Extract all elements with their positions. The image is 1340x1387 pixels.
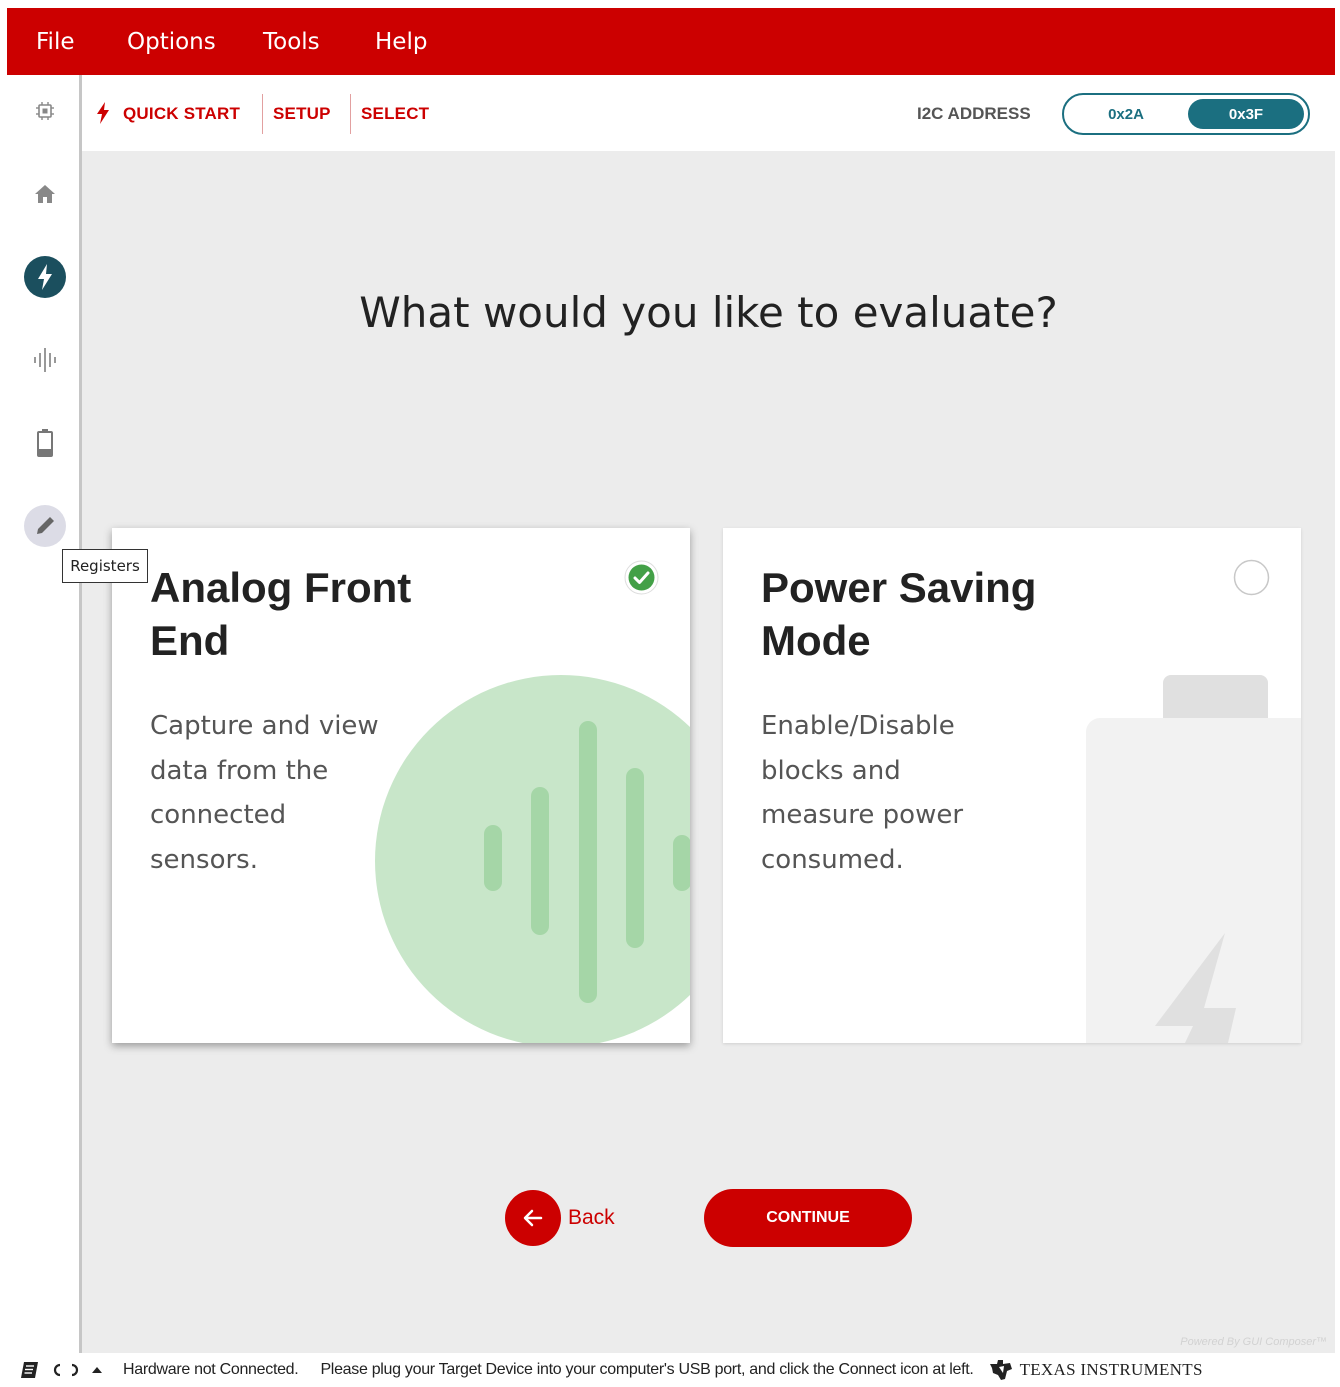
pencil-icon[interactable] (23, 504, 67, 548)
status-message-connection: Hardware not Connected. (123, 1361, 299, 1378)
menu-tools[interactable]: Tools (263, 29, 320, 55)
continue-button[interactable]: CONTINUE (704, 1189, 912, 1247)
registers-tooltip: Registers (62, 549, 148, 583)
analog-front-end-card[interactable]: Analog Front End Capture and view data f… (112, 528, 690, 1043)
home-icon[interactable] (23, 172, 67, 216)
caret-up-icon[interactable] (91, 1366, 103, 1374)
breadcrumb-setup[interactable]: SETUP (273, 104, 331, 124)
menu-bar: File Options Tools Help (7, 8, 1335, 75)
menu-file[interactable]: File (36, 29, 75, 55)
back-label: Back (568, 1206, 615, 1229)
breadcrumb-divider (350, 94, 351, 134)
page-title: What would you like to evaluate? (359, 288, 1058, 337)
i2c-address-label: I2C ADDRESS (917, 104, 1031, 123)
card-description: Enable/Disable blocks and measure power … (761, 711, 964, 875)
battery-icon[interactable] (23, 421, 67, 465)
power-saving-mode-card[interactable]: Power Saving Mode Enable/Disable blocks … (723, 528, 1301, 1043)
i2c-address-toggle: 0x2A 0x3F (1062, 93, 1310, 135)
side-nav (7, 75, 82, 1353)
connect-icon[interactable] (51, 1362, 81, 1378)
breadcrumb-divider (262, 94, 263, 134)
card-description: Capture and view data from the connected… (150, 711, 379, 875)
waveform-icon[interactable] (23, 338, 67, 382)
menu-options[interactable]: Options (127, 29, 216, 55)
status-message-instructions: Please plug your Target Device into your… (320, 1361, 974, 1378)
app-window: File Options Tools Help Registers QUICK (7, 8, 1335, 1387)
menu-help[interactable]: Help (375, 29, 427, 55)
ti-logo-icon (988, 1359, 1014, 1381)
unchecked-radio-icon[interactable] (1233, 559, 1270, 601)
ti-brand-text: TEXAS INSTRUMENTS (1019, 1360, 1203, 1379)
powered-by-text: Powered By GUI Composer™ (1180, 1336, 1327, 1348)
i2c-option-0x3f[interactable]: 0x3F (1188, 99, 1304, 129)
arrow-left-icon (505, 1190, 561, 1246)
i2c-option-0x2a[interactable]: 0x2A (1068, 99, 1184, 129)
chip-icon[interactable] (23, 89, 67, 133)
card-title: Power Saving Mode (761, 564, 1037, 664)
lightning-icon (96, 102, 110, 129)
card-title: Analog Front End (150, 564, 412, 664)
notebook-icon[interactable] (19, 1361, 39, 1379)
breadcrumb-select[interactable]: SELECT (361, 104, 429, 124)
check-circle-icon[interactable] (624, 560, 659, 600)
quick-start-icon[interactable] (23, 255, 67, 299)
status-bar: Hardware not Connected. Please plug your… (7, 1353, 1335, 1387)
back-button[interactable]: Back (505, 1190, 615, 1246)
breadcrumb-quick-start[interactable]: QUICK START (123, 104, 240, 124)
top-bar: QUICK START SETUP SELECT I2C ADDRESS 0x2… (82, 75, 1335, 151)
